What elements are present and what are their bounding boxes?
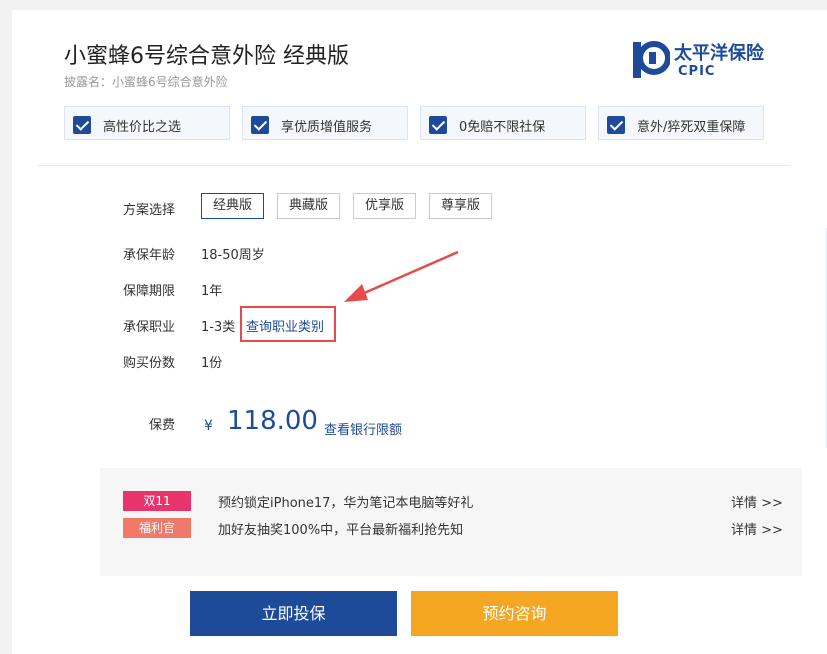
checkbox-checked-icon [73, 116, 91, 134]
premium-amount: 118.00 [227, 406, 318, 436]
product-title: 小蜜蜂6号综合意外险 经典版 [64, 44, 349, 69]
occupation-value: 1-3类 [201, 320, 236, 335]
quantity-value: 1份 [201, 356, 223, 371]
consult-button[interactable]: 预约咨询 [411, 591, 618, 636]
logo-name-en: CPIC [678, 64, 716, 79]
disclosure-name: 披露名：小蜜蜂6号综合意外险 [64, 75, 228, 89]
checkbox-checked-icon [429, 116, 447, 134]
feature-item: 高性价比之选 [64, 106, 230, 140]
promo-text: 加好友抽奖100%中，平台最新福利抢先知 [218, 523, 464, 538]
feature-item: 0免赔不限社保 [420, 106, 586, 140]
promo-badge-welfare: 福利官 [123, 518, 191, 538]
feature-item: 意外/猝死双重保障 [598, 106, 764, 140]
occupation-label: 承保职业 [123, 320, 176, 335]
plan-option-collection[interactable]: 典藏版 [277, 193, 340, 219]
promo-detail-link[interactable]: 详情 >> [731, 519, 783, 538]
feature-label: 0免赔不限社保 [459, 120, 546, 135]
feature-item: 享优质增值服务 [242, 106, 408, 140]
feature-label: 享优质增值服务 [281, 120, 373, 135]
annotation-highlight-box [240, 306, 336, 342]
divider [38, 165, 790, 166]
promo-text: 预约锁定iPhone17，华为笔记本电脑等好礼 [218, 496, 474, 511]
promo-detail-link[interactable]: 详情 >> [731, 492, 783, 511]
checkbox-checked-icon [607, 116, 625, 134]
promo-panel: 双11 预约锁定iPhone17，华为笔记本电脑等好礼 详情 >> 福利官 加好… [100, 468, 802, 576]
buy-now-button[interactable]: 立即投保 [190, 591, 397, 636]
feature-label: 高性价比之选 [103, 120, 182, 135]
feature-label: 意外/猝死双重保障 [637, 120, 746, 135]
plan-option-exclusive[interactable]: 尊享版 [429, 193, 492, 219]
period-label: 保障期限 [123, 284, 176, 299]
currency-symbol: ¥ [204, 418, 213, 434]
plan-option-classic[interactable]: 经典版 [201, 193, 264, 219]
plan-label: 方案选择 [123, 203, 176, 218]
annotation-arrow-icon [344, 250, 459, 302]
promo-badge-double11: 双11 [123, 491, 191, 511]
age-value: 18-50周岁 [201, 248, 265, 263]
quantity-label: 购买份数 [123, 356, 176, 371]
plan-option-premium[interactable]: 优享版 [353, 193, 416, 219]
cpic-logo-icon [633, 41, 670, 78]
product-card: 小蜜蜂6号综合意外险 经典版 披露名：小蜜蜂6号综合意外险 太平洋保险 CPIC… [12, 10, 827, 654]
age-label: 承保年龄 [123, 248, 176, 263]
cpic-logo: 太平洋保险 CPIC [632, 36, 782, 88]
premium-label: 保费 [149, 418, 176, 433]
checkbox-checked-icon [251, 116, 269, 134]
logo-name-cn: 太平洋保险 [674, 43, 764, 64]
period-value: 1年 [201, 284, 223, 299]
bank-limit-link[interactable]: 查看银行限额 [324, 419, 402, 438]
